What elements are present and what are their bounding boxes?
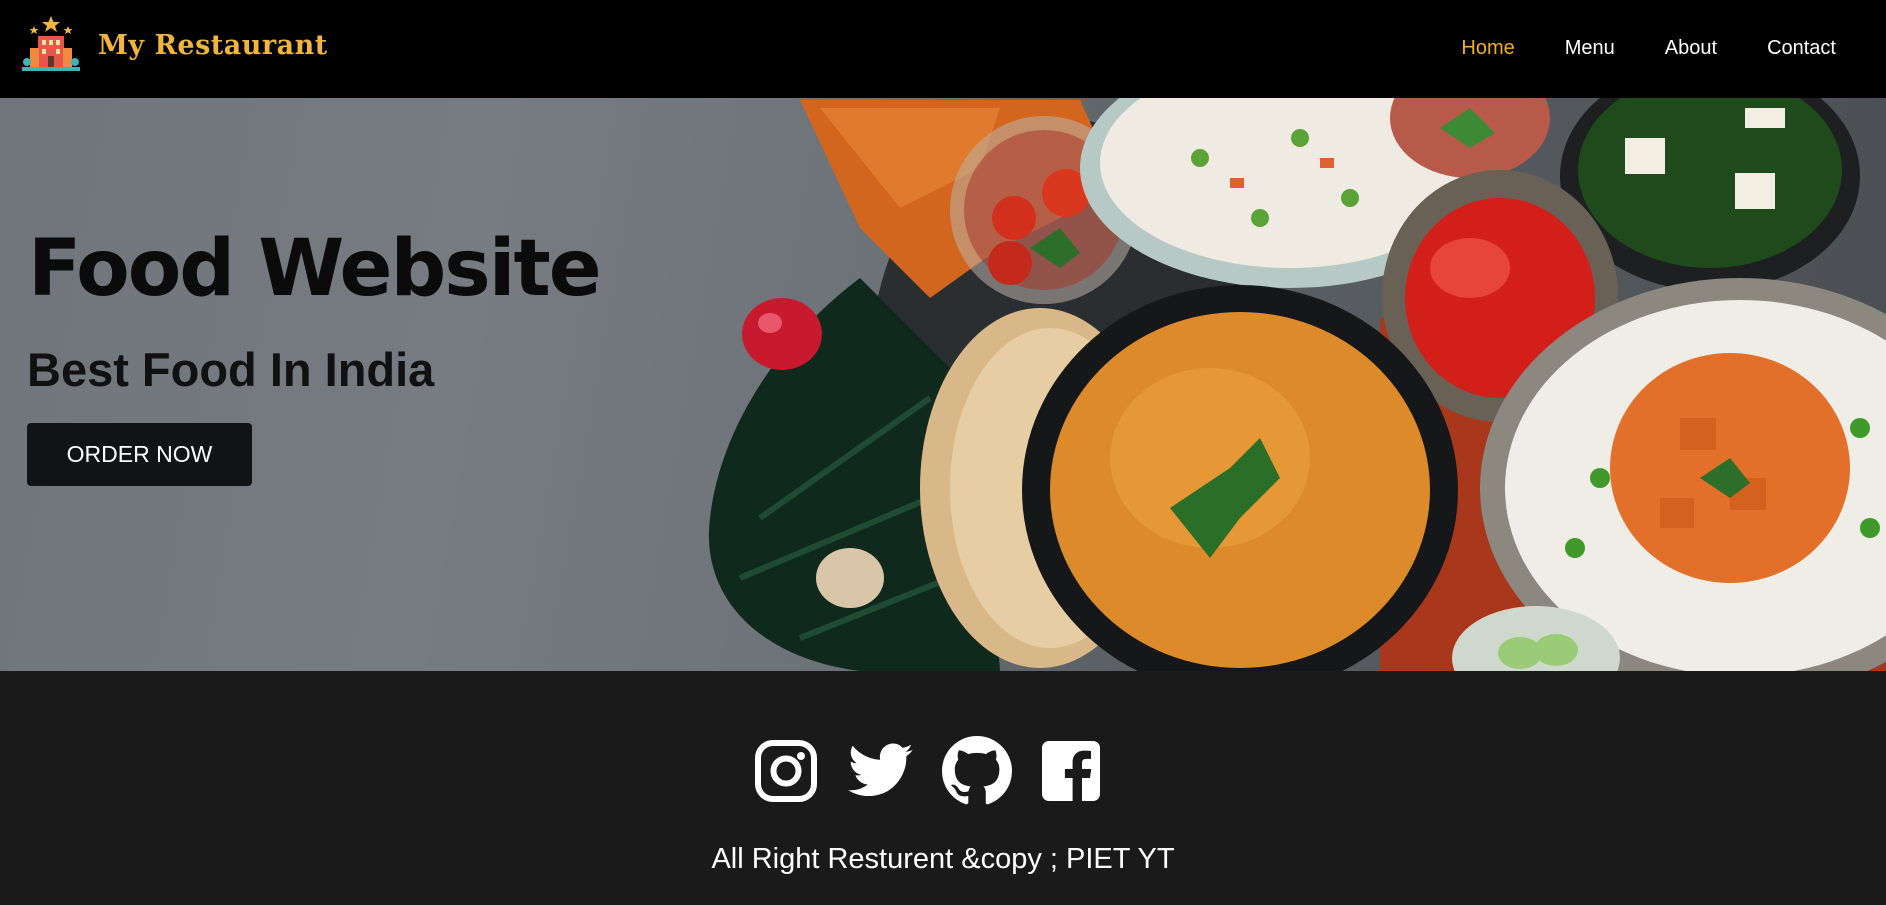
copyright-text: All Right Resturent &copy ; PIET YT [711, 843, 1175, 875]
brand[interactable]: My Restaurant [22, 16, 328, 74]
brand-name: My Restaurant [98, 29, 328, 61]
order-now-button[interactable]: ORDER NOW [27, 423, 252, 486]
facebook-icon[interactable] [1042, 741, 1100, 801]
main-nav: Home Menu About Contact [1411, 35, 1836, 61]
footer: All Right Resturent &copy ; PIET YT [0, 671, 1886, 905]
instagram-icon[interactable] [754, 739, 818, 803]
hero-section: Food Website Best Food In India ORDER NO… [0, 98, 1886, 671]
navbar: My Restaurant Home Menu About Contact [0, 0, 1886, 98]
nav-home-link[interactable]: Home [1461, 35, 1514, 61]
twitter-icon[interactable] [848, 743, 914, 799]
hero-title: Food Website [28, 224, 602, 314]
restaurant-building-icon [22, 16, 80, 71]
hero-subtitle: Best Food In India [27, 343, 435, 396]
nav-about-link[interactable]: About [1665, 35, 1717, 61]
nav-menu-link[interactable]: Menu [1565, 35, 1615, 61]
social-links [754, 736, 1100, 806]
github-icon[interactable] [942, 736, 1012, 806]
nav-contact-link[interactable]: Contact [1767, 35, 1836, 61]
